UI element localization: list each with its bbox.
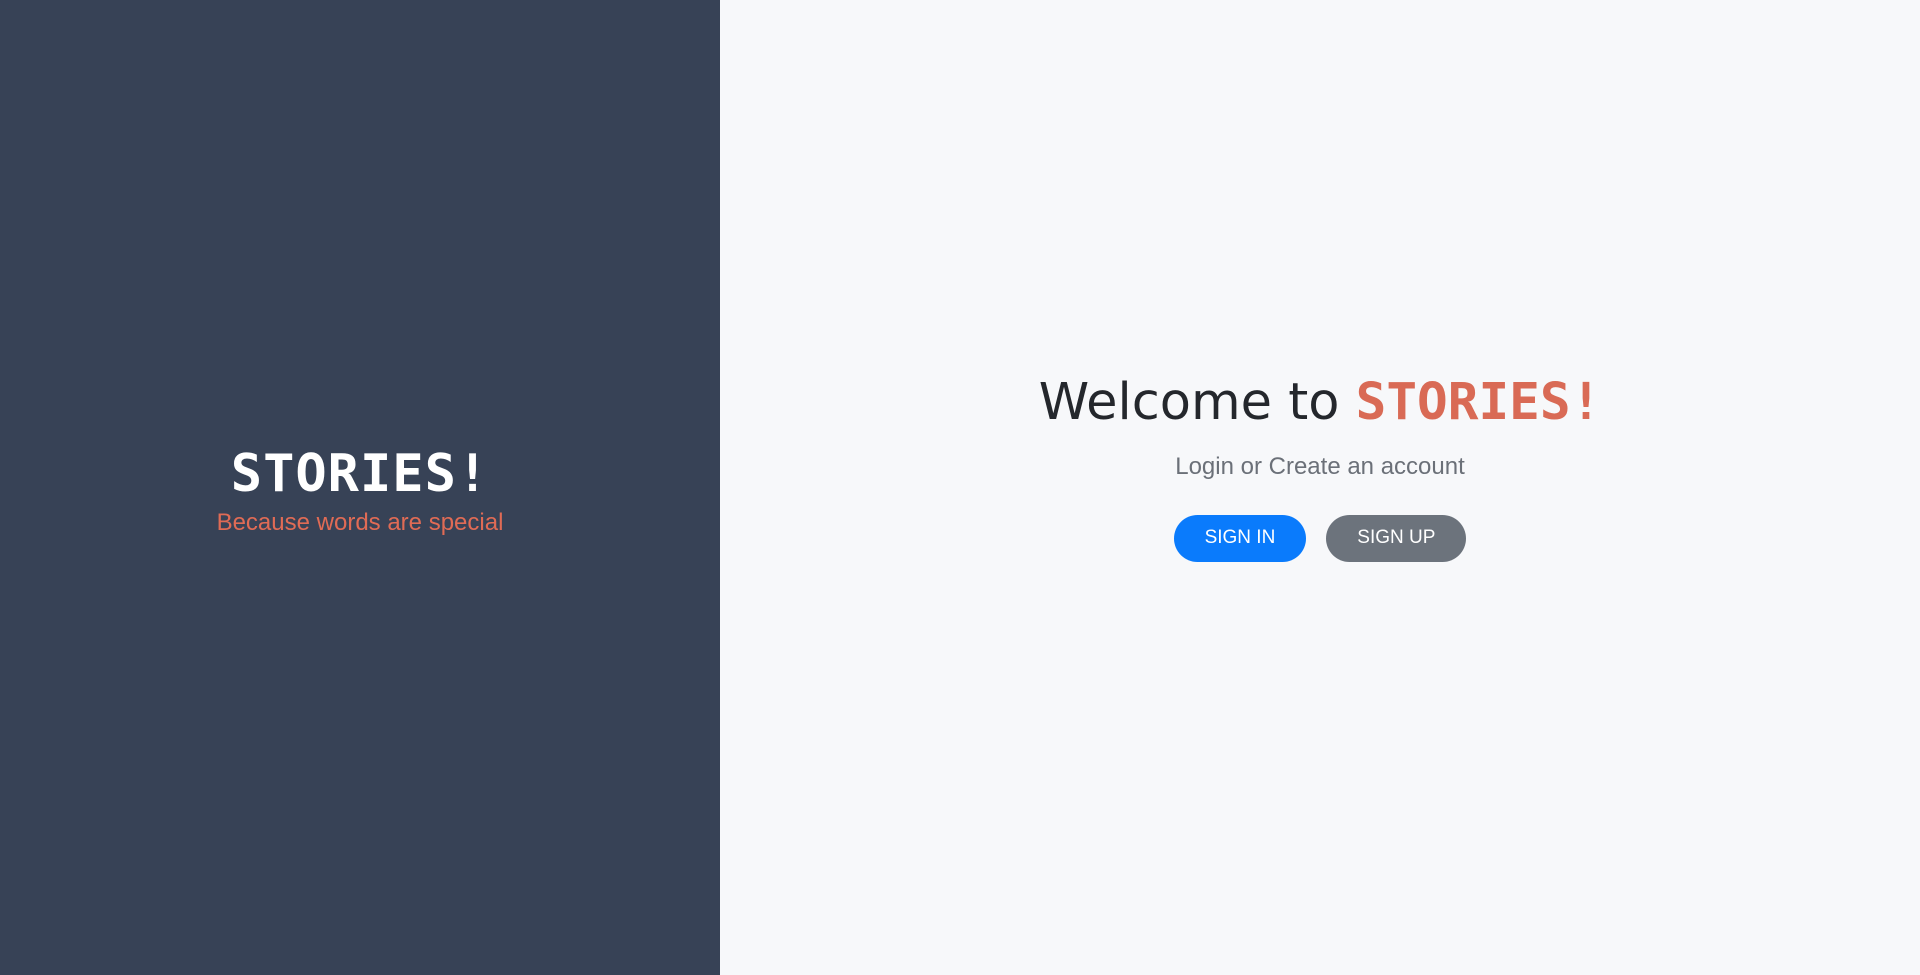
welcome-heading-brand: STORIES! <box>1355 373 1602 433</box>
brand-panel: STORIES! Because words are special <box>0 0 720 975</box>
welcome-heading-prefix: Welcome to <box>1038 373 1356 433</box>
sign-up-button[interactable]: SIGN UP <box>1326 514 1467 562</box>
brand-logo: STORIES! <box>230 443 490 504</box>
welcome-heading: Welcome to STORIES! <box>1039 373 1602 433</box>
welcome-panel: Welcome to STORIES! Login or Create an a… <box>720 0 1920 975</box>
welcome-subtitle: Login or Create an account <box>1175 452 1465 480</box>
sign-in-button[interactable]: SIGN IN <box>1173 514 1307 562</box>
brand-tagline: Because words are special <box>216 508 504 536</box>
auth-actions: SIGN IN SIGN UP <box>1173 514 1467 562</box>
